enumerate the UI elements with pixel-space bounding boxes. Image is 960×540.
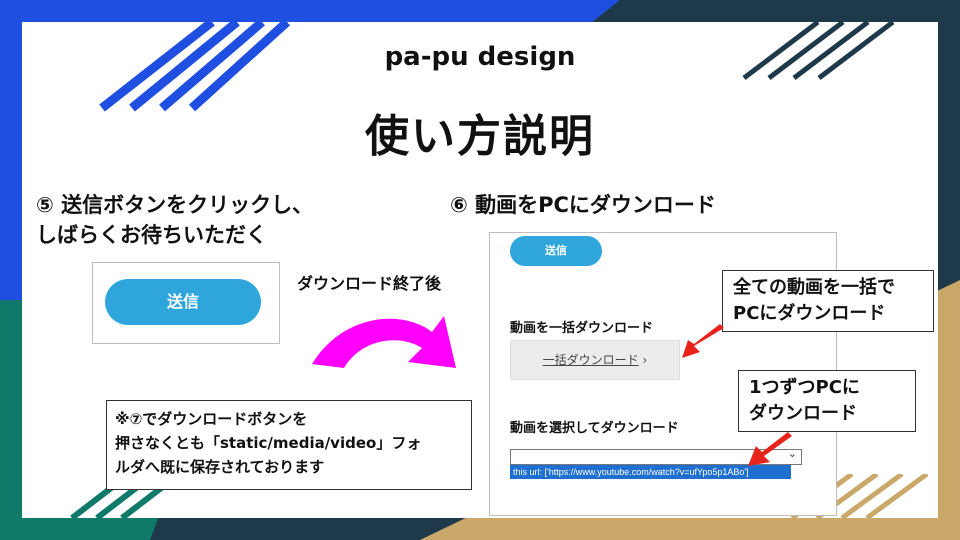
step5-instruction-line2: しばらくお待ちいただく [36,223,267,247]
magenta-curved-arrow-icon [312,316,456,368]
step5-screenshot-panel: 送信 [92,262,280,344]
select-download-heading: 動画を選択してダウンロード [510,421,679,436]
red-arrow-bulk-icon [682,324,724,358]
callout-bulk-line2: PCにダウンロード [733,303,886,324]
bulk-download-button[interactable]: 一括ダウンロード › [510,340,680,380]
page-title: 使い方説明 [365,111,595,162]
callout-single-line1: 1つずつPCに [749,377,860,398]
note-line1: ※⑦でダウンロードボタンを [115,410,308,428]
callout-single: 1つずつPCに ダウンロード [738,370,916,432]
step6-instruction: ⑥ 動画をPCにダウンロード [450,193,716,217]
note-line2: 押さなくとも「static/media/video」フォ [115,434,422,452]
note-box: ※⑦でダウンロードボタンを 押さなくとも「static/media/video」… [106,400,472,490]
send-button-small[interactable]: 送信 [510,236,602,266]
note-line3: ルダへ既に保存されております [115,458,325,476]
red-arrow-single-icon [748,432,792,466]
arrow-label: ダウンロード終了後 [297,274,442,293]
callout-single-line2: ダウンロード [749,403,857,424]
bulk-download-label: 一括ダウンロード [542,353,639,367]
step5-instruction-line1: ⑤ 送信ボタンをクリックし、 [36,193,314,217]
slide-canvas: pa-pu design 使い方説明 ⑤ 送信ボタンをクリックし、 しばらくお待… [22,22,938,518]
callout-bulk: 全ての動画を一括で PCにダウンロード [722,270,934,332]
brand-name: pa-pu design [384,42,576,72]
bulk-download-heading: 動画を一括ダウンロード [510,321,654,336]
send-button[interactable]: 送信 [105,279,261,325]
chevron-right-icon: › [642,353,648,367]
callout-bulk-line1: 全ての動画を一括で [733,277,895,298]
